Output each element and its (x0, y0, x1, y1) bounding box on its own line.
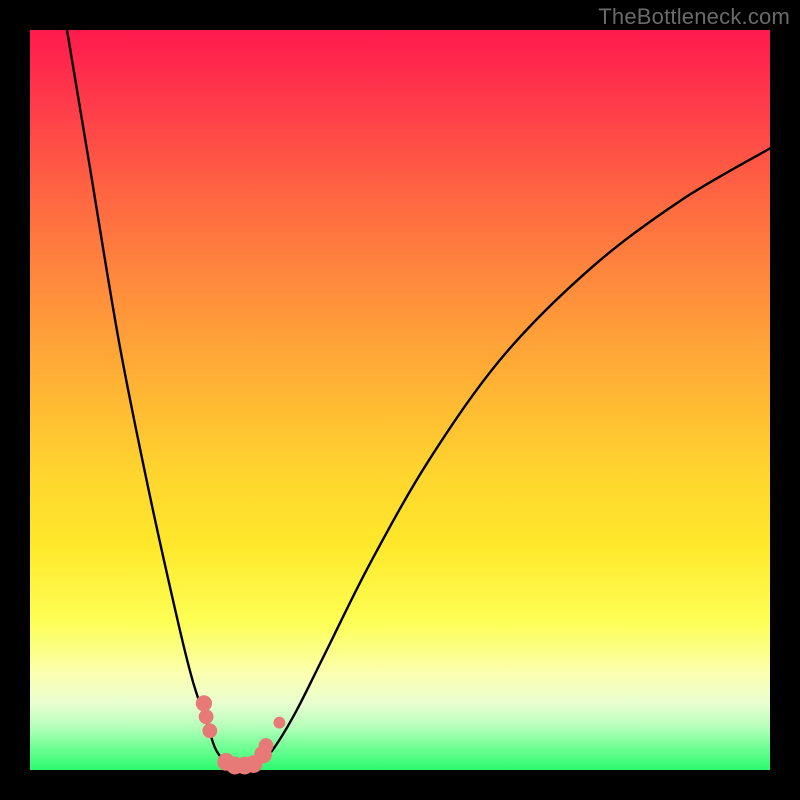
curve-left-curve (67, 30, 237, 770)
marker-point (202, 723, 217, 738)
marker-point (273, 717, 285, 729)
chart-svg (30, 30, 770, 770)
chart-frame: TheBottleneck.com (0, 0, 800, 800)
plot-area (30, 30, 770, 770)
marker-point (259, 738, 274, 753)
marker-point (196, 695, 212, 711)
curve-layer (67, 30, 770, 770)
marker-point (199, 709, 214, 724)
curve-right-curve (252, 148, 770, 770)
marker-layer (196, 695, 286, 774)
watermark-text: TheBottleneck.com (598, 4, 790, 30)
